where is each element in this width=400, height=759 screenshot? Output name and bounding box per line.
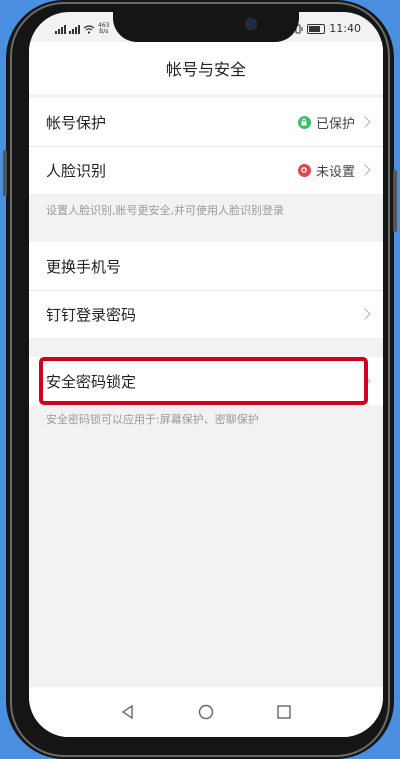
login-password-label: 钉钉登录密码 — [46, 305, 137, 324]
lock-icon — [297, 115, 311, 129]
screen: 463 B/s 11:40 帐号与安全 帐号保护 已保护 人脸识别 未设置 设置… — [29, 12, 383, 737]
security-lock-group: 安全密码锁定 — [29, 357, 383, 405]
page-title: 帐号与安全 — [165, 60, 246, 79]
navigation-bar — [29, 687, 383, 737]
front-camera — [245, 18, 257, 30]
back-triangle-icon[interactable] — [120, 704, 136, 720]
recents-square-icon[interactable] — [276, 704, 292, 720]
battery-icon — [307, 23, 326, 34]
chevron-right-icon — [359, 375, 371, 387]
change-phone-label: 更换手机号 — [46, 257, 122, 276]
account-protection-row[interactable]: 帐号保护 已保护 — [29, 98, 383, 146]
account-group: 帐号保护 已保护 人脸识别 未设置 — [29, 98, 383, 194]
phone-password-group: 更换手机号 钉钉登录密码 — [29, 242, 383, 338]
login-password-row[interactable]: 钉钉登录密码 — [29, 290, 383, 338]
security-lock-row[interactable]: 安全密码锁定 — [29, 357, 383, 405]
change-phone-row[interactable]: 更换手机号 — [29, 242, 383, 290]
face-recognition-value: 未设置 — [315, 164, 355, 180]
status-time: 11:40 — [329, 22, 361, 35]
face-recognition-row[interactable]: 人脸识别 未设置 — [29, 146, 383, 194]
security-lock-label: 安全密码锁定 — [46, 372, 137, 391]
account-protection-value: 已保护 — [315, 116, 355, 132]
notch — [113, 12, 299, 42]
face-recognition-note: 设置人脸识别,账号更安全,并可使用人脸识别登录 — [46, 204, 284, 217]
side-button — [393, 170, 397, 232]
phone-frame: 463 B/s 11:40 帐号与安全 帐号保护 已保护 人脸识别 未设置 设置… — [3, 0, 397, 759]
security-lock-note: 安全密码锁可以应用于:屏幕保护、密聊保护 — [46, 413, 259, 426]
account-protection-label: 帐号保护 — [46, 113, 107, 132]
wifi-icon — [83, 24, 95, 34]
face-recognition-label: 人脸识别 — [46, 161, 107, 180]
warning-icon — [297, 163, 311, 177]
home-circle-icon[interactable] — [198, 704, 214, 720]
signal-icon — [55, 24, 66, 34]
side-button — [3, 150, 7, 196]
chevron-right-icon — [359, 164, 371, 176]
chevron-right-icon — [359, 308, 371, 320]
network-speed: 463 B/s — [98, 22, 110, 35]
chevron-right-icon — [359, 116, 371, 128]
page-title-bar: 帐号与安全 — [29, 42, 383, 94]
signal-icon — [69, 24, 80, 34]
